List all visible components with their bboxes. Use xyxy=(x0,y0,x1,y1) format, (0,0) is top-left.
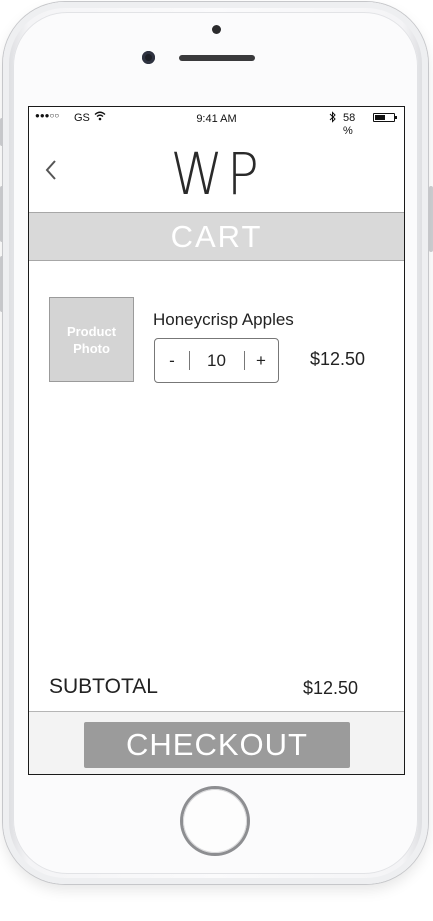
product-name: Honeycrisp Apples xyxy=(153,310,294,329)
battery-tip xyxy=(395,116,397,119)
quantity-value[interactable]: 10 xyxy=(189,339,244,382)
app-screen: ●●●○○ GS 9:41 AM 58 % WP CART Product Ph… xyxy=(28,106,405,775)
power-button xyxy=(429,186,433,252)
checkout-footer: CHECKOUT xyxy=(29,711,404,774)
decrement-button[interactable]: - xyxy=(155,339,189,382)
proximity-sensor xyxy=(212,25,221,34)
page-title: CART xyxy=(29,212,404,261)
product-photo-placeholder: Product Photo xyxy=(49,297,134,382)
quantity-stepper: - 10 + xyxy=(154,338,279,383)
item-price: $12.50 xyxy=(310,349,366,369)
status-bar: ●●●○○ GS 9:41 AM 58 % xyxy=(29,107,404,143)
bluetooth-icon xyxy=(329,111,337,126)
device-mockup: ●●●○○ GS 9:41 AM 58 % WP CART Product Ph… xyxy=(0,0,433,921)
subtotal-label: SUBTOTAL xyxy=(49,675,158,698)
checkout-button[interactable]: CHECKOUT xyxy=(84,722,350,768)
earpiece-speaker xyxy=(179,55,255,61)
brand-logo: WP xyxy=(170,140,263,208)
subtotal-value: $12.50 xyxy=(303,678,359,698)
front-camera xyxy=(142,51,155,64)
battery-icon xyxy=(373,113,397,122)
home-button[interactable] xyxy=(183,789,247,853)
nav-header: WP xyxy=(29,143,404,212)
product-photo-label: Product Photo xyxy=(66,323,117,356)
battery-percent: 58 % xyxy=(343,112,356,137)
battery-level-fill xyxy=(375,115,385,120)
increment-button[interactable]: + xyxy=(244,339,278,382)
